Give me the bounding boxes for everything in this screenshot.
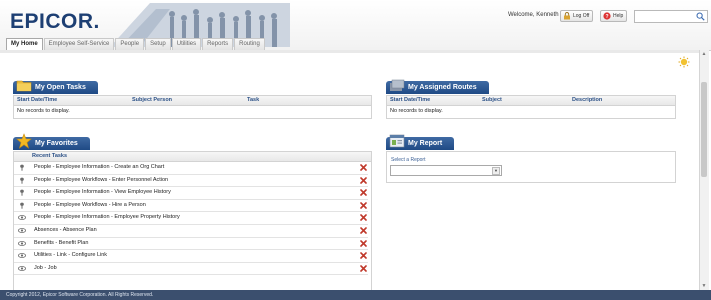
favorites-grid-header: Recent Tasks (14, 152, 371, 162)
footer: Copyright 2012, Epicor Software Corporat… (0, 290, 711, 300)
report-title: My Report (408, 140, 443, 147)
open-tasks-title: My Open Tasks (35, 84, 86, 91)
favorite-label[interactable]: People - Employee Information - Create a… (34, 162, 164, 174)
favorites-title: My Favorites (35, 140, 78, 147)
assigned-routes-title: My Assigned Routes (408, 84, 477, 91)
assigned-routes-grid-header: Start Date/Time Subject Description (387, 96, 675, 106)
open-tasks-grid: Start Date/Time Subject Person Task No r… (13, 95, 372, 119)
remove-icon[interactable] (360, 164, 367, 171)
tab-people[interactable]: People (115, 38, 145, 50)
column-start-date[interactable]: Start Date/Time (390, 96, 430, 105)
column-start-date[interactable]: Start Date/Time (17, 96, 57, 105)
page-scrollbar[interactable]: ▲ ▼ (699, 50, 709, 290)
app-header: EPICOR. Welcome, Kenneth Log Off ? Help … (0, 0, 711, 51)
report-icon (389, 134, 405, 148)
open-tasks-header: My Open Tasks (13, 80, 98, 94)
tab-employee-self-service[interactable]: Employee Self-Service (43, 38, 115, 50)
remove-icon[interactable] (360, 227, 367, 234)
report-select[interactable]: ▼ (390, 165, 502, 176)
copyright-text: Copyright 2012, Epicor Software Corporat… (6, 292, 154, 298)
assigned-routes-header: My Assigned Routes (386, 79, 489, 94)
favorite-label[interactable]: People - Employee Information - Employee… (34, 212, 180, 224)
tab-setup[interactable]: Setup (145, 38, 171, 50)
favorite-row[interactable]: People - Employee Information - Create a… (14, 162, 368, 175)
pin-icon (20, 189, 24, 196)
eye-icon (18, 265, 26, 271)
favorite-label[interactable]: Absences - Absence Plan (34, 225, 97, 237)
favorite-label[interactable]: Job - Job (34, 263, 57, 275)
tab-reports[interactable]: Reports (202, 38, 234, 50)
favorite-row[interactable]: Benefits - Benefit Plan (14, 238, 368, 251)
column-task[interactable]: Task (247, 96, 259, 105)
column-description[interactable]: Description (572, 96, 602, 105)
help-button[interactable]: ? Help (600, 10, 628, 22)
remove-icon[interactable] (360, 264, 367, 272)
lock-icon (564, 12, 570, 20)
pin-icon (20, 177, 24, 184)
main-tabs: My Home Employee Self-Service People Set… (6, 38, 266, 51)
assigned-routes-grid: Start Date/Time Subject Description No r… (386, 95, 676, 119)
favorite-label[interactable]: People - Employee Information - View Emp… (34, 187, 171, 199)
favorites-header: My Favorites (13, 133, 90, 150)
folder-icon (16, 80, 32, 92)
weather-sun-icon[interactable] (678, 56, 690, 68)
favorite-label[interactable]: People - Employee Workflows - Enter Pers… (34, 175, 168, 187)
favorite-label[interactable]: Utilities - Link - Configure Link (34, 250, 107, 262)
favorite-row[interactable]: Utilities - Link - Configure Link (14, 250, 368, 263)
assigned-routes-empty: No records to display. (390, 108, 443, 114)
scroll-down-arrow-icon[interactable]: ▼ (701, 283, 707, 289)
remove-icon[interactable] (360, 189, 367, 196)
favorite-row[interactable]: Absences - Absence Plan (14, 225, 368, 238)
select-report-label: Select a Report (391, 157, 426, 163)
scroll-up-arrow-icon[interactable]: ▲ (701, 51, 707, 57)
star-icon (16, 133, 32, 149)
help-label: Help (613, 13, 624, 19)
remove-icon[interactable] (360, 201, 367, 209)
favorite-row[interactable]: People - Employee Information - View Emp… (14, 187, 368, 200)
column-subject[interactable]: Subject (482, 96, 502, 105)
favorites-grid: Recent Tasks People - Employee Informati… (13, 151, 372, 291)
eye-icon (18, 253, 26, 259)
report-header: My Report (386, 134, 455, 150)
routes-icon (390, 79, 405, 91)
remove-icon[interactable] (360, 176, 367, 184)
chevron-down-icon[interactable]: ▼ (492, 167, 500, 175)
welcome-text: Welcome, Kenneth (508, 12, 559, 18)
tab-routing[interactable]: Routing (234, 38, 265, 50)
column-subject-person[interactable]: Subject Person (132, 96, 172, 105)
favorite-row[interactable]: Job - Job (14, 263, 368, 276)
eye-icon (18, 240, 26, 246)
search-input[interactable] (634, 10, 708, 23)
search-icon[interactable] (696, 12, 705, 21)
favorite-row[interactable]: People - Employee Workflows - Hire a Per… (14, 200, 368, 213)
remove-icon[interactable] (360, 239, 367, 247)
help-icon: ? (603, 12, 611, 20)
favorite-label[interactable]: People - Employee Workflows - Hire a Per… (34, 200, 146, 212)
open-tasks-empty: No records to display. (17, 108, 70, 114)
logoff-label: Log Off (573, 13, 590, 19)
pin-icon (20, 202, 24, 209)
remove-icon[interactable] (360, 252, 367, 259)
tab-utilities[interactable]: Utilities (171, 38, 202, 50)
epicor-logo: EPICOR. (10, 10, 100, 33)
favorite-label[interactable]: Benefits - Benefit Plan (34, 238, 88, 250)
logoff-button[interactable]: Log Off (560, 10, 594, 22)
report-panel: Select a Report ▼ (386, 151, 676, 183)
eye-icon (18, 228, 26, 233)
main-content: My Open Tasks Start Date/Time Subject Pe… (0, 53, 696, 291)
eye-icon (18, 215, 26, 221)
remove-icon[interactable] (360, 214, 367, 222)
scrollbar-thumb[interactable] (701, 82, 707, 177)
favorite-row[interactable]: People - Employee Information - Employee… (14, 212, 368, 225)
favorite-row[interactable]: People - Employee Workflows - Enter Pers… (14, 175, 368, 188)
column-recent-tasks[interactable]: Recent Tasks (32, 152, 67, 161)
svg-text:?: ? (605, 14, 608, 20)
open-tasks-grid-header: Start Date/Time Subject Person Task (14, 96, 371, 106)
pin-icon (20, 164, 24, 171)
